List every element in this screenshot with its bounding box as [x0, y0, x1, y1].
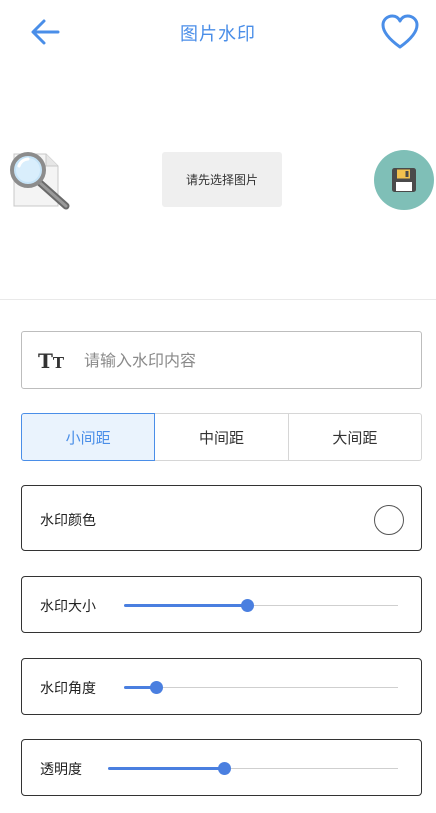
watermark-size-thumb[interactable] — [240, 599, 254, 612]
watermark-angle-row: 水印角度 — [21, 658, 422, 715]
text-size-icon: TT — [38, 349, 65, 373]
watermark-size-fill — [124, 604, 248, 607]
watermark-size-label: 水印大小 — [40, 599, 96, 615]
watermark-angle-track[interactable] — [124, 687, 398, 688]
page-title: 图片水印 — [180, 24, 256, 45]
watermark-size-row: 水印大小 — [21, 576, 422, 633]
heart-outline-icon — [381, 14, 419, 49]
opacity-label: 透明度 — [40, 762, 82, 778]
opacity-row: 透明度 — [21, 739, 422, 796]
spacing-medium-option[interactable]: 中间距 — [155, 413, 289, 461]
floppy-disk-icon — [392, 168, 416, 192]
watermark-color-label: 水印颜色 — [40, 513, 96, 529]
top-bar: 图片水印 — [0, 0, 436, 66]
watermark-angle-label: 水印角度 — [40, 681, 96, 697]
watermark-text-input[interactable] — [84, 332, 414, 388]
spacing-selector: 小间距 中间距 大间距 — [21, 413, 422, 461]
watermark-text-field[interactable]: TT — [21, 331, 422, 389]
opacity-thumb[interactable] — [217, 762, 231, 775]
select-image-button[interactable]: 请先选择图片 — [162, 152, 282, 207]
watermark-color-row[interactable]: 水印颜色 — [21, 485, 422, 551]
opacity-fill — [108, 767, 224, 770]
magnifier-document-icon — [6, 148, 72, 210]
watermark-angle-thumb[interactable] — [150, 681, 164, 694]
favorite-button[interactable] — [378, 12, 422, 52]
spacing-small-option[interactable]: 小间距 — [21, 413, 156, 461]
divider — [0, 299, 436, 300]
save-button[interactable] — [374, 150, 434, 210]
color-picker-swatch[interactable] — [374, 505, 404, 535]
spacing-large-option[interactable]: 大间距 — [288, 413, 422, 461]
